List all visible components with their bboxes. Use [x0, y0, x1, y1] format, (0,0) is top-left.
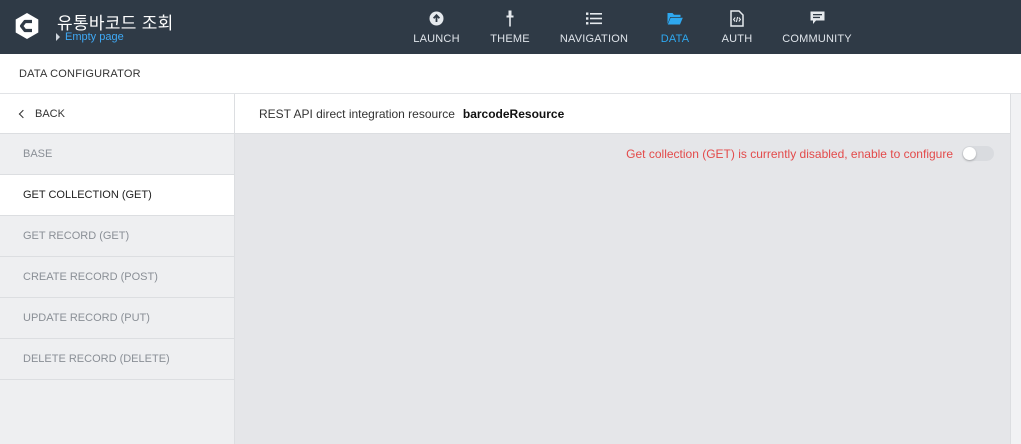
nav-label-data: DATA [660, 33, 690, 45]
nav-data[interactable]: DATA [659, 0, 691, 54]
resource-bar: REST API direct integration resource bar… [235, 94, 1010, 134]
content-area: Get collection (GET) is currently disabl… [235, 134, 1010, 444]
top-bar: 유통바코드 조회 Empty page LAUNCH THEME NAVIGAT… [0, 0, 1021, 54]
app-logo-icon[interactable] [13, 12, 41, 40]
sidebar-item-base[interactable]: BASE [0, 134, 234, 175]
nav-community[interactable]: COMMUNITY [782, 0, 852, 54]
nav-theme[interactable]: THEME [490, 0, 530, 54]
toggle-knob [963, 147, 976, 160]
page-selector-label: Empty page [65, 31, 124, 43]
configurator-title: DATA CONFIGURATOR [19, 68, 141, 80]
sidebar-item-get-collection[interactable]: GET COLLECTION (GET) [0, 175, 234, 216]
sidebar-menu: BASE GET COLLECTION (GET) GET RECORD (GE… [0, 134, 234, 380]
disabled-notice: Get collection (GET) is currently disabl… [626, 147, 953, 161]
nav-launch[interactable]: LAUNCH [413, 0, 460, 54]
caret-right-icon [56, 33, 60, 41]
code-file-icon [730, 9, 744, 27]
chevron-left-icon [18, 109, 28, 118]
sidebar-item-delete-record[interactable]: DELETE RECORD (DELETE) [0, 339, 234, 380]
back-button[interactable]: BACK [0, 94, 234, 134]
page-selector[interactable]: Empty page [56, 31, 124, 43]
sidebar-item-get-record[interactable]: GET RECORD (GET) [0, 216, 234, 257]
list-icon [586, 12, 602, 24]
nav-label-auth: AUTH [721, 33, 753, 45]
back-label: BACK [35, 107, 65, 120]
nav-label-community: COMMUNITY [782, 33, 852, 45]
configurator-header: DATA CONFIGURATOR [0, 54, 1021, 94]
resource-prefix: REST API direct integration resource [259, 106, 455, 121]
nav-label-theme: THEME [490, 33, 530, 45]
sidebar: BACK BASE GET COLLECTION (GET) GET RECOR… [0, 94, 235, 444]
upload-circle-icon [429, 11, 444, 25]
folder-open-icon [667, 12, 683, 24]
sidebar-item-create-record[interactable]: CREATE RECORD (POST) [0, 257, 234, 298]
brush-icon [506, 10, 514, 26]
nav-label-launch: LAUNCH [413, 33, 460, 45]
sidebar-item-update-record[interactable]: UPDATE RECORD (PUT) [0, 298, 234, 339]
nav-label-navigation: NAVIGATION [559, 33, 629, 45]
scrollbar[interactable] [1010, 94, 1021, 444]
resource-name: barcodeResource [462, 106, 565, 121]
nav-navigation[interactable]: NAVIGATION [560, 0, 628, 54]
chat-bubble-icon [810, 11, 824, 24]
nav-auth[interactable]: AUTH [721, 0, 753, 54]
enable-toggle[interactable] [962, 146, 994, 161]
